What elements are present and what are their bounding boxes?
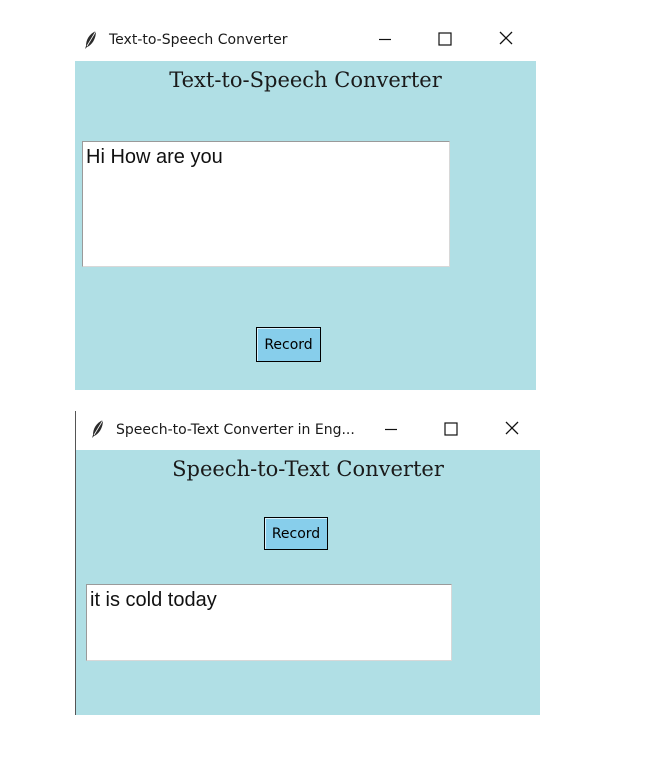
window-title: Speech-to-Text Converter in Eng... (116, 422, 355, 438)
record-button[interactable]: Record (256, 327, 321, 362)
title-bar[interactable]: Speech-to-Text Converter in Eng... (76, 411, 541, 450)
maximize-icon (438, 31, 452, 50)
title-bar[interactable]: Text-to-Speech Converter (75, 22, 536, 61)
maximize-button[interactable] (425, 25, 465, 55)
window-title: Text-to-Speech Converter (109, 32, 288, 48)
close-button[interactable] (492, 415, 532, 445)
minimize-button[interactable] (365, 25, 405, 55)
maximize-button[interactable] (431, 415, 471, 445)
minimize-icon (384, 421, 398, 440)
window-client-area: Speech-to-Text Converter Record it is co… (76, 450, 540, 715)
speech-to-text-window: Speech-to-Text Converter in Eng... Speec… (75, 411, 541, 715)
close-icon (498, 30, 514, 50)
feather-icon (83, 30, 99, 50)
text-output[interactable]: it is cold today (86, 584, 452, 661)
text-to-speech-window: Text-to-Speech Converter Text-to-Speech … (75, 22, 536, 390)
minimize-icon (378, 31, 392, 50)
text-input[interactable]: Hi How are you (82, 141, 450, 267)
minimize-button[interactable] (371, 415, 411, 445)
close-icon (504, 420, 520, 440)
page-title: Text-to-Speech Converter (169, 68, 442, 92)
record-button[interactable]: Record (264, 517, 328, 550)
close-button[interactable] (486, 25, 526, 55)
feather-icon (90, 419, 106, 439)
page-title: Speech-to-Text Converter (172, 457, 444, 481)
window-client-area: Text-to-Speech Converter Hi How are you … (75, 61, 536, 390)
maximize-icon (444, 421, 458, 440)
